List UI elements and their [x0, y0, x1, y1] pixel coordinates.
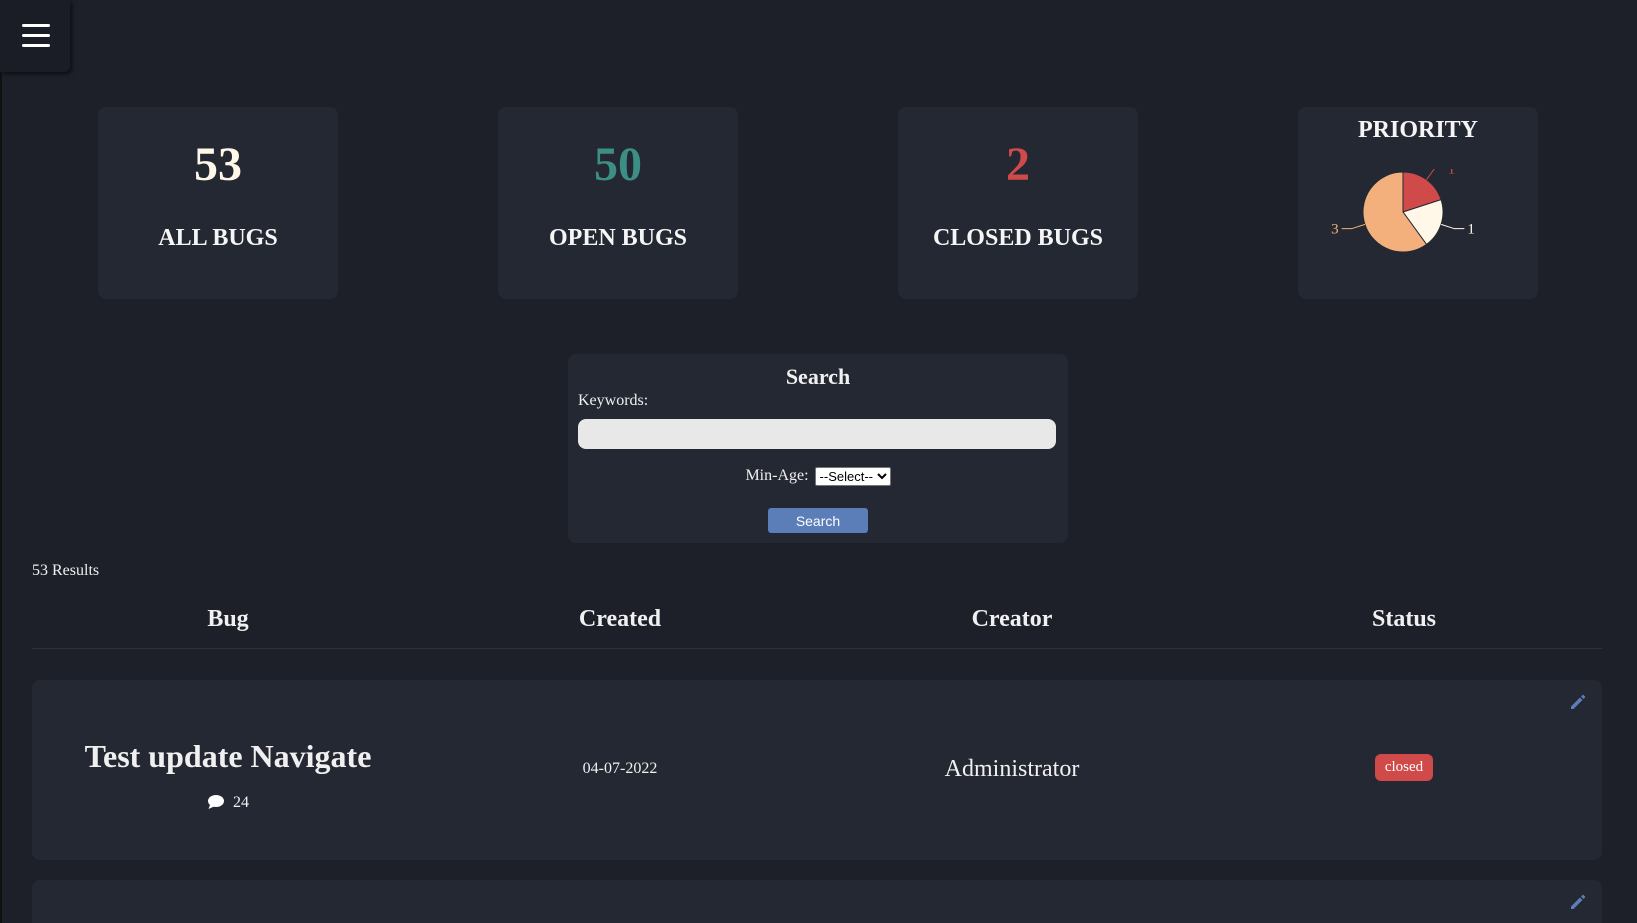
min-age-label: Min-Age:: [745, 467, 809, 485]
pie-slice-label: 3: [1331, 222, 1339, 238]
column-header-creator[interactable]: Creator: [816, 606, 1208, 633]
pencil-edit-icon[interactable]: [1568, 692, 1588, 712]
table-header: Bug Created Creator Status: [32, 606, 1602, 649]
keywords-label: Keywords:: [578, 392, 649, 409]
search-title: Search: [785, 364, 851, 389]
window-edge: [0, 0, 2, 923]
search-button[interactable]: Search: [768, 508, 868, 533]
stat-label: OPEN BUGS: [548, 225, 688, 251]
comment-bubble-icon: [208, 795, 224, 809]
stat-value: 53: [194, 138, 242, 191]
pie-leader-line: [1341, 223, 1366, 230]
pie-slice-label: 1: [1448, 169, 1456, 177]
priority-title: PRIORITY: [1357, 117, 1478, 143]
search-panel: Search Keywords: Min-Age: --Select-- Sea…: [568, 354, 1068, 543]
comment-count: 24: [32, 794, 424, 812]
column-header-bug[interactable]: Bug: [32, 606, 424, 633]
pencil-edit-icon[interactable]: [1568, 892, 1588, 912]
results-count: 53 Results: [32, 562, 100, 579]
status-badge: closed: [1374, 754, 1434, 781]
table-row[interactable]: [32, 880, 1602, 923]
bug-title-link[interactable]: Test update Navigate: [32, 738, 424, 775]
created-date: 04-07-2022: [582, 760, 658, 777]
table-row[interactable]: Test update Navigate 24 04-07-2022 Admin…: [32, 680, 1602, 860]
min-age-select[interactable]: --Select--: [814, 467, 891, 486]
bug-dashboard-page: 53 ALL BUGS 50 OPEN BUGS 2 CLOSED BUGS P…: [0, 0, 1637, 923]
pie-slice-label: 1: [1467, 222, 1475, 238]
stat-value: 2: [1006, 138, 1030, 191]
keywords-input[interactable]: [578, 419, 1056, 449]
stat-card-closed-bugs: 2 CLOSED BUGS: [898, 107, 1138, 299]
hamburger-menu-button[interactable]: [0, 0, 70, 72]
creator-name: Administrator: [944, 756, 1080, 782]
status-cell: closed: [1208, 754, 1600, 781]
column-header-status[interactable]: Status: [1208, 606, 1600, 633]
priority-pie-chart: 1 1 3: [1328, 161, 1508, 279]
min-age-field: Min-Age: --Select--: [568, 467, 1068, 486]
stat-card-open-bugs: 50 OPEN BUGS: [498, 107, 738, 299]
priority-card: PRIORITY 1 1 3: [1298, 107, 1538, 299]
column-header-created[interactable]: Created: [424, 606, 816, 633]
stat-label: ALL BUGS: [158, 225, 278, 251]
pie-leader-line: [1440, 223, 1465, 230]
comment-count-value: 24: [233, 794, 249, 811]
pie-leader-line: [1426, 167, 1445, 180]
stat-label: CLOSED BUGS: [932, 225, 1104, 251]
stat-card-all-bugs: 53 ALL BUGS: [98, 107, 338, 299]
stat-value: 50: [594, 138, 642, 191]
